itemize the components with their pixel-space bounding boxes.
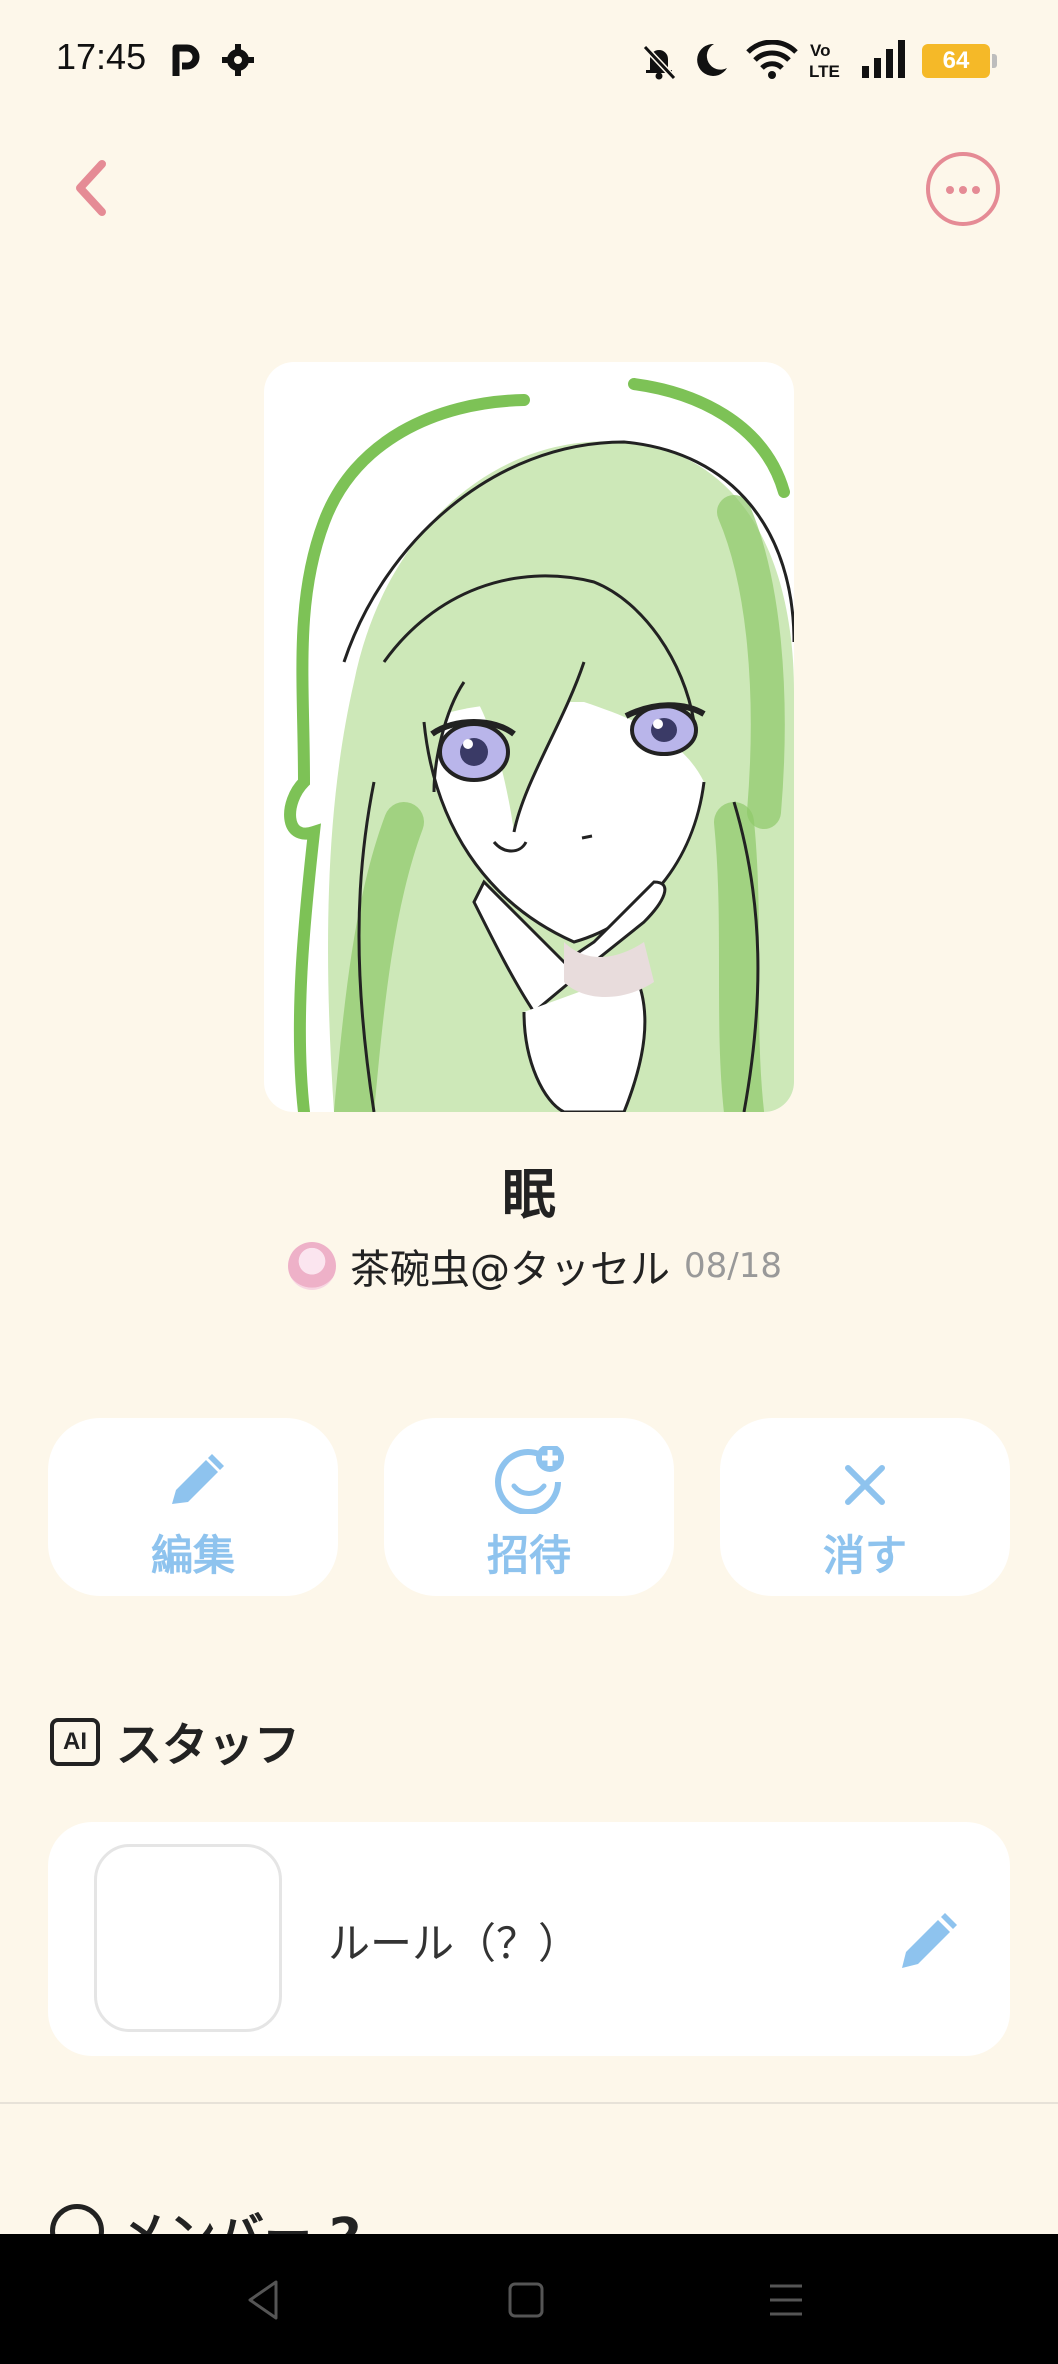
- nav-back-icon[interactable]: [236, 2272, 292, 2328]
- more-button[interactable]: [926, 152, 1000, 226]
- parking-icon: [172, 44, 200, 76]
- nav-home-icon[interactable]: [498, 2272, 554, 2328]
- signal-icon: [862, 40, 905, 78]
- svg-text:Vo: Vo: [810, 41, 830, 60]
- owner-row[interactable]: 茶碗虫@タッセル 08/18: [0, 1236, 1058, 1296]
- more-dot: [972, 186, 980, 194]
- volte-icon: Vo LTE: [809, 41, 840, 80]
- group-cover-image[interactable]: [264, 362, 794, 1112]
- staff-section-header: AI スタッフ: [50, 1710, 300, 1774]
- back-button[interactable]: [66, 156, 122, 220]
- status-time: 17:45: [56, 36, 147, 77]
- pencil-icon[interactable]: [896, 1910, 960, 1974]
- divider: [0, 2102, 1058, 2104]
- gear-notification-icon: [222, 44, 254, 76]
- system-nav-bar: [0, 2234, 1058, 2364]
- battery-icon: 64: [922, 44, 997, 78]
- delete-button[interactable]: 消す: [720, 1418, 1010, 1596]
- staff-thumbnail[interactable]: [94, 1844, 282, 2032]
- svg-text:LTE: LTE: [809, 62, 840, 80]
- owner-avatar[interactable]: [288, 1242, 336, 1290]
- invite-label: 招待: [486, 1531, 571, 1580]
- delete-label: 消す: [822, 1531, 907, 1580]
- edit-label: 編集: [150, 1531, 235, 1580]
- staff-card[interactable]: ルール（？）: [48, 1822, 1010, 2056]
- owner-name[interactable]: 茶碗虫@タッセル: [350, 1237, 670, 1295]
- battery-level: 64: [942, 47, 970, 74]
- mute-icon: [642, 44, 677, 80]
- close-icon: [845, 1465, 885, 1505]
- anime-girl-illustration: [284, 378, 794, 1112]
- wifi-icon: [746, 40, 798, 79]
- created-date: 08/18: [684, 1246, 782, 1286]
- pencil-icon: [172, 1454, 224, 1504]
- status-bar: 17:45 Vo LTE 64: [0, 0, 1058, 120]
- moon-icon: [697, 43, 727, 76]
- group-title: 眠: [502, 1163, 556, 1226]
- ai-badge-icon: AI: [50, 1718, 100, 1766]
- staff-name[interactable]: ルール（？）: [328, 1910, 580, 1971]
- edit-button[interactable]: 編集: [48, 1418, 338, 1596]
- invite-face-icon: [495, 1446, 564, 1514]
- staff-section-title: スタッフ: [116, 1718, 300, 1772]
- chevron-left-icon: [76, 160, 106, 216]
- more-circle-icon: [946, 186, 954, 194]
- nav-menu-icon[interactable]: [758, 2272, 814, 2328]
- more-dot: [959, 186, 967, 194]
- invite-button[interactable]: 招待: [384, 1418, 674, 1596]
